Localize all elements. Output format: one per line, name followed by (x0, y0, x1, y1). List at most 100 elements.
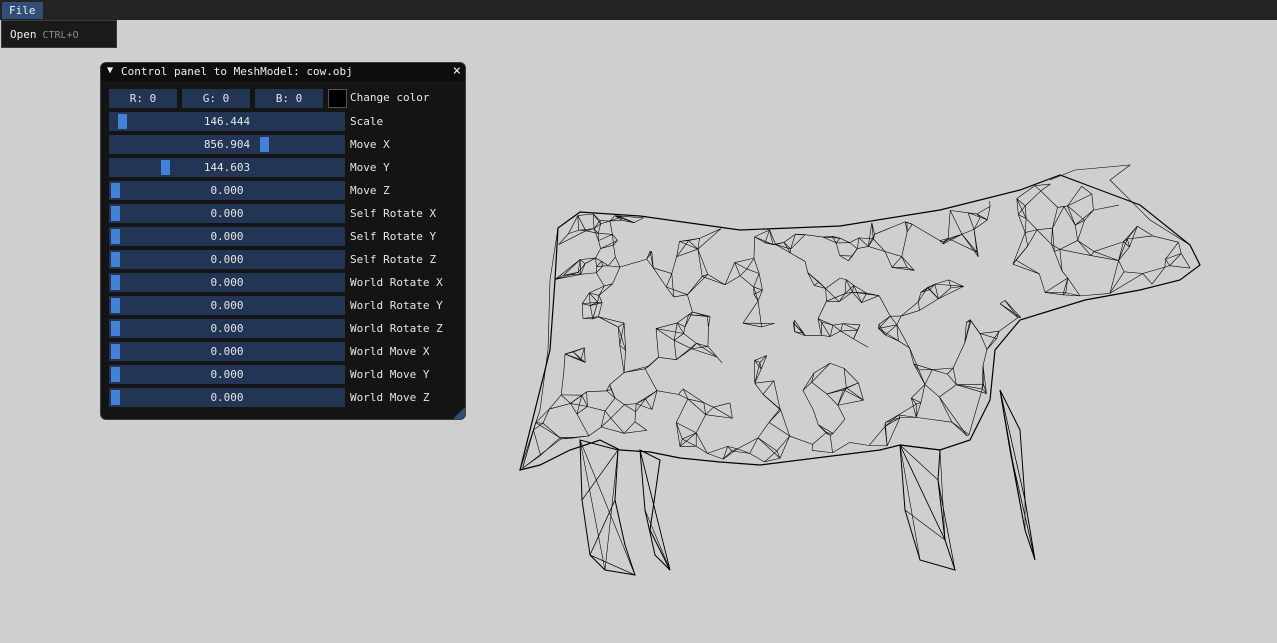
slider-self-rotate-x[interactable]: 0.000 (109, 204, 345, 223)
mesh-edge (761, 323, 775, 328)
mesh-edge (916, 417, 952, 423)
mesh-edge (653, 267, 667, 288)
color-r-field[interactable]: R: 0 (109, 89, 177, 108)
mesh-edge (986, 338, 997, 350)
mesh-edge (1067, 186, 1082, 207)
mesh-edge (757, 437, 778, 452)
mesh-edge (749, 453, 765, 463)
slider-scale[interactable]: 146.444 (109, 112, 345, 131)
mesh-edge (952, 342, 966, 369)
slider-world-move-y[interactable]: 0.000 (109, 365, 345, 384)
mesh-edge (811, 382, 828, 395)
mesh-edge (849, 242, 858, 249)
mesh-edge (1025, 190, 1041, 207)
mesh-edge (734, 262, 741, 276)
slider-move-y[interactable]: 144.603 (109, 158, 345, 177)
mesh-edge (1081, 186, 1093, 195)
menu-item-open[interactable]: Open CTRL+O (10, 28, 79, 41)
slider-move-z[interactable]: 0.000 (109, 181, 345, 200)
mesh-edge (817, 301, 827, 319)
mesh-edge (722, 448, 738, 460)
mesh-edge (1063, 205, 1068, 207)
mesh-edge (775, 244, 791, 254)
slider-world-rotate-x[interactable]: 0.000 (109, 273, 345, 292)
triangle-down-icon[interactable]: ▼ (107, 65, 113, 76)
color-swatch[interactable] (328, 89, 347, 108)
slider-self-rotate-z[interactable]: 0.000 (109, 250, 345, 269)
mesh-edge (1024, 529, 1036, 561)
mesh-edge (939, 384, 957, 398)
mesh-edge (817, 318, 833, 326)
slider-world-rotate-y[interactable]: 0.000 (109, 296, 345, 315)
mesh-edge (884, 414, 899, 427)
slider-move-x[interactable]: 856.904 (109, 135, 345, 154)
mesh-edge (840, 330, 854, 340)
mesh-edge (947, 210, 951, 239)
mesh-edge (540, 437, 561, 456)
mesh-edge (896, 315, 902, 325)
mesh-edge (966, 434, 970, 437)
mesh-edge (586, 390, 607, 393)
mesh-edge (1090, 251, 1095, 256)
mesh-edge (687, 274, 708, 295)
mesh-edge (707, 327, 709, 347)
mesh-edge (1065, 277, 1069, 293)
color-b-field[interactable]: B: 0 (255, 89, 323, 108)
mesh-edge (703, 402, 706, 415)
slider-world-rotate-z[interactable]: 0.000 (109, 319, 345, 338)
mesh-edge (578, 272, 581, 275)
panel-titlebar[interactable]: ▼ Control panel to MeshModel: cow.obj × (101, 63, 465, 81)
mesh-edge (885, 334, 899, 342)
mesh-edge (832, 324, 841, 332)
mesh-edge (1142, 266, 1165, 274)
slider-world-move-x[interactable]: 0.000 (109, 342, 345, 361)
mesh-edge (683, 333, 697, 344)
slider-world-move-z[interactable]: 0.000 (109, 388, 345, 407)
mesh-edge (878, 315, 891, 325)
mesh-edge (542, 423, 561, 438)
mesh-edge (829, 435, 833, 453)
mesh-edge (598, 302, 603, 317)
mesh-edge (677, 314, 689, 324)
mesh-edge (705, 414, 733, 419)
mesh-edge (861, 295, 880, 303)
mesh-edge (878, 295, 891, 317)
mesh-edge (656, 390, 679, 395)
mesh-edge (653, 267, 672, 274)
mesh-edge (598, 295, 603, 303)
mesh-edge (597, 295, 600, 303)
mesh-edge (707, 446, 728, 454)
mesh-edge (595, 272, 605, 287)
slider-label: Move Z (350, 184, 390, 197)
mesh-edge (623, 421, 636, 434)
mesh-edge (802, 390, 814, 410)
mesh-edge (839, 237, 850, 243)
mesh-edge (1118, 260, 1125, 272)
mesh-edge (598, 234, 613, 241)
mesh-edge (596, 261, 602, 267)
mesh-edge (754, 362, 761, 384)
slider-self-rotate-y[interactable]: 0.000 (109, 227, 345, 246)
mesh-edge (839, 255, 849, 262)
slider-value: 0.000 (210, 345, 244, 358)
mesh-edge (832, 323, 843, 326)
mesh-edge (900, 301, 919, 317)
viewport-canvas[interactable] (500, 150, 1220, 590)
mesh-edge (613, 245, 616, 258)
mesh-edge (707, 453, 724, 460)
mesh-edge (595, 258, 597, 267)
mesh-edge (754, 380, 774, 384)
mesh-edge (1093, 241, 1124, 252)
close-icon[interactable]: × (453, 63, 461, 79)
mesh-edge (619, 258, 647, 268)
resize-grip[interactable] (453, 407, 465, 419)
slider-value: 0.000 (210, 368, 244, 381)
mesh-edge (713, 402, 731, 408)
color-g-field[interactable]: G: 0 (182, 89, 250, 108)
mesh-edge (1123, 225, 1138, 242)
mesh-edge (739, 275, 754, 288)
mesh-edge (1012, 263, 1040, 275)
file-menu[interactable]: File (2, 2, 43, 19)
mesh-edge (682, 432, 697, 440)
mesh-edge (577, 213, 594, 216)
